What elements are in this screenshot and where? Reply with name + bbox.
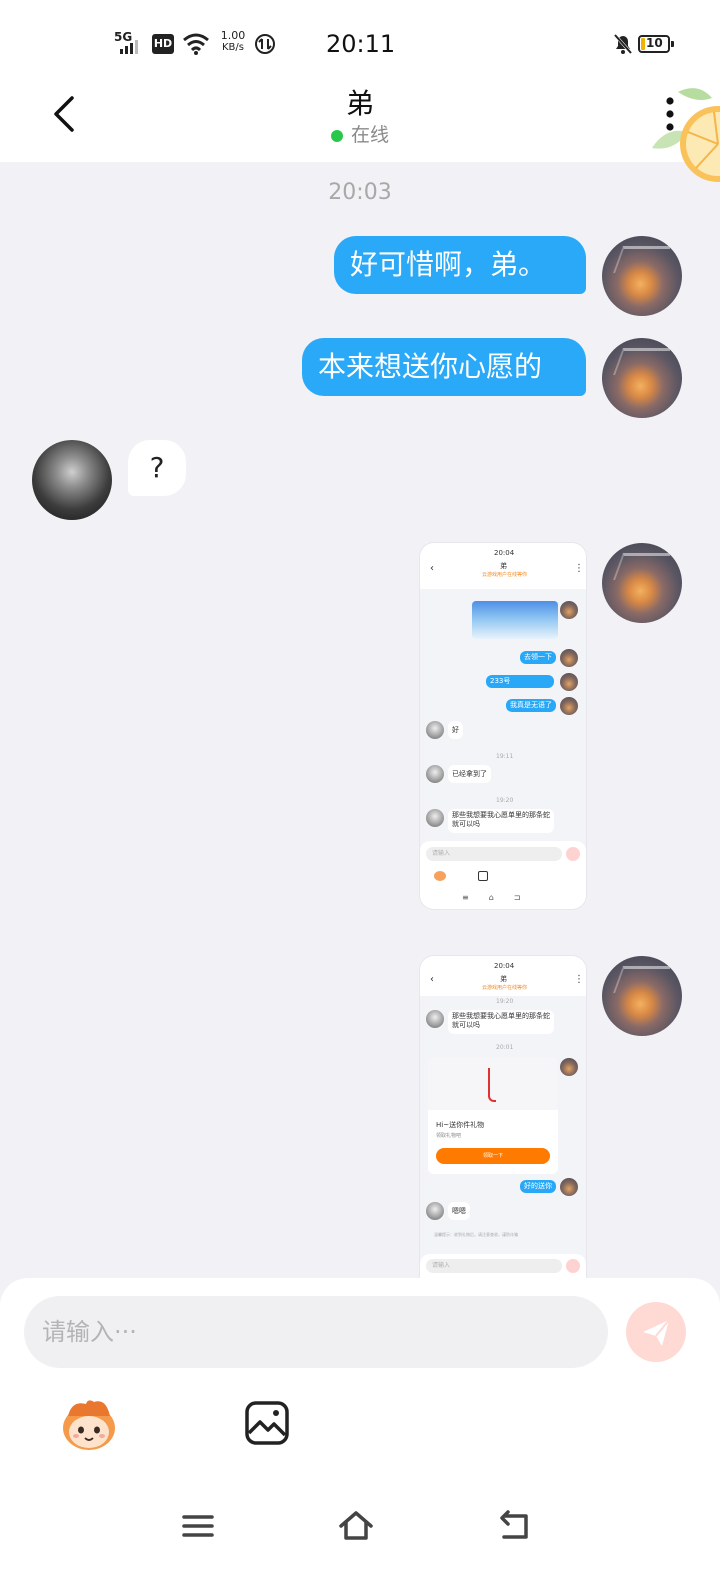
- emoji-sticker-icon[interactable]: [58, 1396, 120, 1454]
- mini-gift-image: [428, 1058, 558, 1110]
- mini-bubble-outgoing: 233号: [486, 675, 554, 688]
- mini-timestamp: 19:11: [496, 753, 514, 760]
- mini-friend-avatar: [426, 809, 444, 827]
- mini-clock: 20:04: [494, 549, 515, 557]
- home-nav-icon[interactable]: [336, 1506, 376, 1546]
- mini-friend-avatar: [426, 1010, 444, 1028]
- message-bubble-outgoing[interactable]: 好可惜啊，弟。: [334, 236, 586, 294]
- mini-more-icon: ⋮: [574, 974, 584, 985]
- image-picker-icon[interactable]: [244, 1400, 290, 1446]
- mini-nav-bar: ≡⌂⊐: [462, 893, 541, 902]
- mini-friend-avatar: [426, 721, 444, 739]
- speed-unit: KB/s: [222, 42, 244, 53]
- mini-subtitle: 云游戏用户在线等你: [482, 985, 528, 991]
- mini-bubble-incoming: 那些我想要我心愿单里的那条蛇 就可以吗: [448, 1010, 554, 1034]
- mini-input: 请输入: [426, 1259, 562, 1273]
- message-timestamp: 20:03: [328, 180, 392, 205]
- send-icon: [643, 1319, 670, 1346]
- speed-readout: 1.00 KB/s: [218, 30, 248, 54]
- mini-back-icon: ‹: [430, 974, 434, 985]
- mini-my-avatar: [560, 1178, 578, 1196]
- mini-image-thumbnail: [472, 601, 558, 639]
- back-nav-icon[interactable]: [494, 1506, 534, 1546]
- mini-bubble-outgoing: 好的送你: [520, 1180, 556, 1193]
- clock: 20:11: [326, 30, 396, 58]
- battery-level: 10: [646, 36, 663, 50]
- mini-subtitle: 云游戏用户在线等你: [482, 572, 528, 578]
- battery-icon: 10: [638, 35, 674, 53]
- mini-gift-card: Hi~送你件礼物 领取礼物吧 领取一下: [428, 1058, 558, 1174]
- mini-send-icon: [566, 1259, 580, 1273]
- online-status: 在线: [0, 120, 720, 147]
- my-avatar[interactable]: [602, 338, 682, 418]
- mini-bubble-incoming: 那些我想要我心愿单里的那条蛇 就可以吗: [448, 809, 554, 833]
- data-saver-icon: [255, 34, 275, 54]
- friend-avatar[interactable]: [32, 440, 112, 520]
- mini-bubble-incoming: 好: [448, 721, 463, 739]
- online-label: 在线: [350, 124, 389, 146]
- send-button[interactable]: [626, 1302, 686, 1362]
- my-avatar[interactable]: [602, 236, 682, 316]
- mini-bubble-line: 那些我想要我心愿单里的那条蛇: [452, 811, 550, 819]
- mini-my-avatar: [560, 697, 578, 715]
- mini-my-avatar: [560, 649, 578, 667]
- mini-more-icon: ⋮: [574, 563, 584, 574]
- message-bubble-outgoing[interactable]: 本来想送你心愿的: [302, 338, 586, 396]
- my-avatar[interactable]: [602, 956, 682, 1036]
- mini-image-icon: [478, 871, 488, 881]
- mini-friend-avatar: [426, 1202, 444, 1220]
- speed-value: 1.00: [220, 29, 246, 42]
- hd-icon: HD: [152, 34, 174, 54]
- contact-name: 弟: [345, 87, 374, 120]
- mini-emoji-icon: [434, 871, 446, 881]
- mini-bubble-outgoing: 我真是无语了: [506, 699, 556, 712]
- mini-my-avatar: [560, 673, 578, 691]
- image-message-screenshot[interactable]: 20:04 ‹ 弟 云游戏用户在线等你 ⋮ 去领一下 233号 我真是无语了 好…: [420, 543, 586, 909]
- mini-title: 弟: [500, 975, 507, 983]
- mini-my-avatar: [560, 1058, 578, 1076]
- mini-friend-avatar: [426, 765, 444, 783]
- mini-input: 请输入: [426, 847, 562, 861]
- mini-send-icon: [566, 847, 580, 861]
- online-dot: [330, 129, 343, 142]
- wifi-icon: [183, 33, 209, 55]
- network-icon: 5G: [114, 30, 146, 56]
- mini-timestamp: 20:01: [496, 1044, 514, 1051]
- mini-bubble-incoming: 已经拿到了: [448, 765, 491, 783]
- mini-gift-title: Hi~送你件礼物: [436, 1121, 485, 1129]
- mute-bell-icon: [613, 34, 633, 54]
- mini-bubble-line: 就可以吗: [452, 1021, 480, 1029]
- my-avatar[interactable]: [602, 543, 682, 623]
- mini-bubble-incoming: 嗯嗯: [448, 1202, 470, 1220]
- mini-timestamp: 19:20: [496, 797, 514, 804]
- orange-slice-decoration: [652, 88, 720, 182]
- mini-bubble-outgoing: 去领一下: [520, 651, 556, 664]
- mini-gift-subtitle: 领取礼物吧: [436, 1133, 462, 1139]
- mini-clock: 20:04: [494, 962, 515, 970]
- message-bubble-incoming[interactable]: ?: [128, 440, 186, 496]
- mini-notice: 温馨提示：收到礼物后，请注意查收，谨防诈骗: [434, 1232, 518, 1237]
- mini-timestamp: 19:20: [496, 998, 514, 1005]
- mini-gift-button: 领取一下: [436, 1148, 550, 1164]
- mini-my-avatar: [560, 601, 578, 619]
- message-input[interactable]: 请输入···: [24, 1296, 608, 1368]
- mini-bubble-line: 那些我想要我心愿单里的那条蛇: [452, 1012, 550, 1020]
- mini-title: 弟: [500, 562, 507, 570]
- menu-nav-icon[interactable]: [178, 1506, 218, 1546]
- mini-back-icon: ‹: [430, 563, 434, 574]
- more-options-button[interactable]: [662, 96, 678, 132]
- mini-bubble-line: 就可以吗: [452, 820, 480, 828]
- image-message-screenshot[interactable]: 20:04 ‹ 弟 云游戏用户在线等你 ⋮ 19:20 那些我想要我心愿单里的那…: [420, 956, 586, 1278]
